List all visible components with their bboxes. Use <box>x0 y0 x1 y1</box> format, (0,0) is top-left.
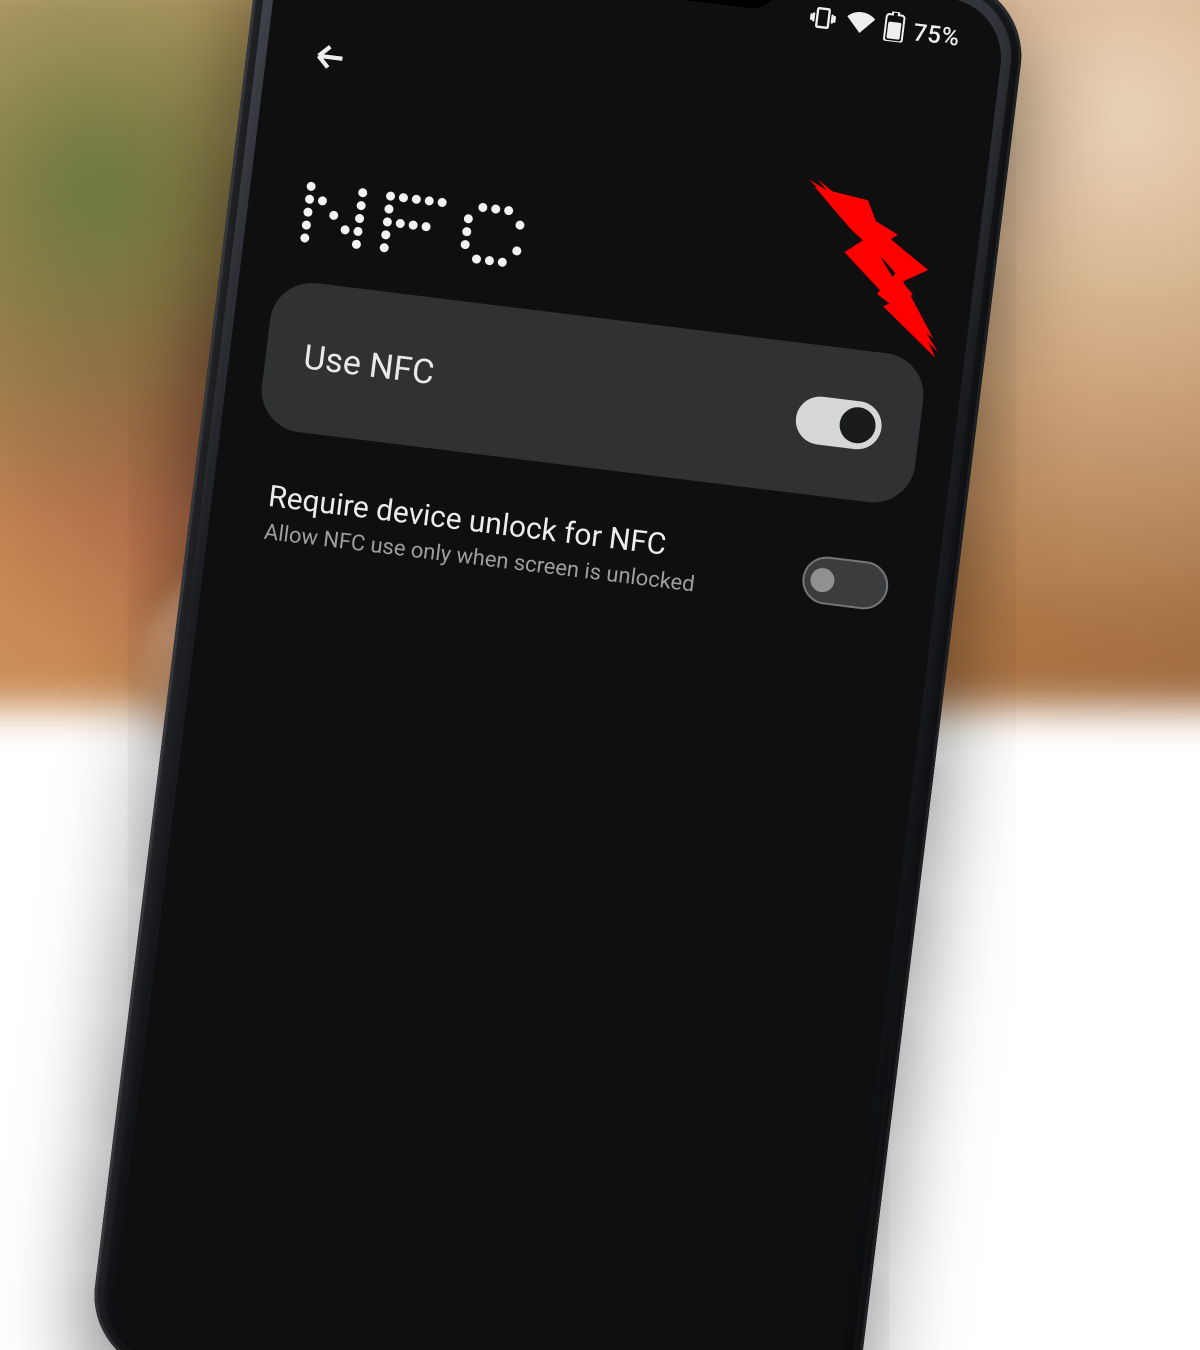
phone-frame: 16:39 75% <box>86 0 1031 1350</box>
phone-screen: 16:39 75% <box>108 0 1008 1350</box>
wifi-icon <box>844 6 876 44</box>
require-unlock-row[interactable]: Require device unlock for NFC Allow NFC … <box>263 479 892 621</box>
require-unlock-toggle[interactable] <box>800 554 891 612</box>
use-nfc-label: Use NFC <box>301 337 436 393</box>
toggle-knob <box>838 405 878 445</box>
glyph-f <box>379 191 448 260</box>
glyph-n <box>300 181 369 250</box>
battery-icon <box>881 10 905 49</box>
vibrate-icon <box>806 2 838 40</box>
toggle-knob <box>809 567 836 594</box>
status-bar: 16:39 75% <box>274 0 1008 81</box>
glyph-c <box>458 201 527 270</box>
battery-percent-text: 75% <box>912 18 962 51</box>
annotation-arrow <box>775 171 965 364</box>
use-nfc-toggle[interactable] <box>793 394 884 452</box>
page-title: NFC <box>300 181 528 270</box>
back-button[interactable] <box>304 31 357 84</box>
